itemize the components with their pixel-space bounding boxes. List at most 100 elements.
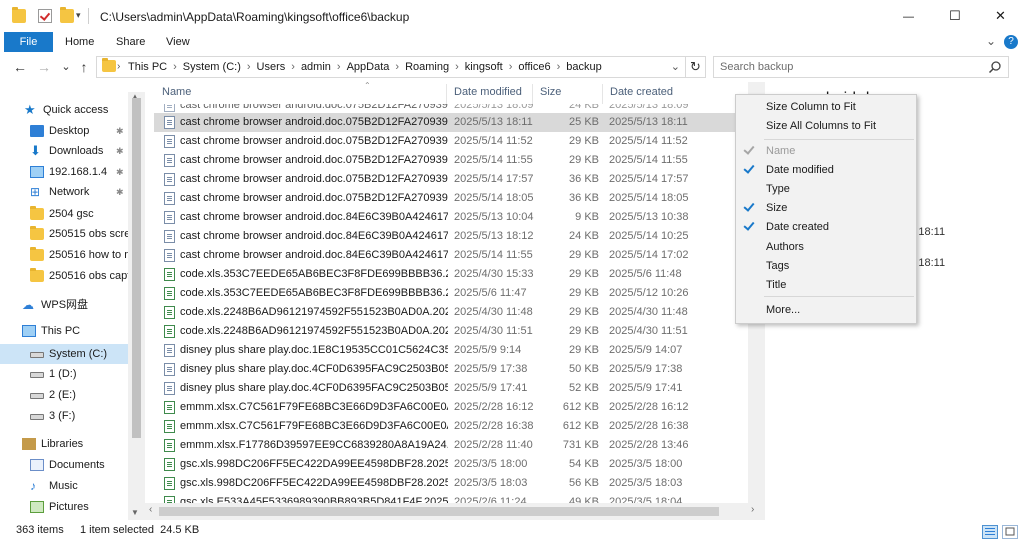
- file-row[interactable]: disney plus share play.doc.4CF0D6395FAC9…: [154, 379, 766, 398]
- large-icons-view-button[interactable]: [1002, 525, 1018, 539]
- navigation-scrollbar[interactable]: ▲ ▼: [128, 92, 145, 520]
- file-row[interactable]: disney plus share play.doc.1E8C19535CC01…: [154, 341, 766, 360]
- sidebar-item-this-pc[interactable]: This PC: [0, 321, 128, 341]
- crumb-admin[interactable]: admin: [301, 61, 331, 73]
- sidebar-item-quick-access[interactable]: ★ Quick access: [0, 100, 128, 120]
- menu-item-title[interactable]: Title: [736, 276, 916, 295]
- menu-item-size[interactable]: Size: [736, 199, 916, 218]
- sidebar-item-1-d[interactable]: 1 (D:): [0, 364, 128, 384]
- menu-item-date-created[interactable]: Date created: [736, 218, 916, 237]
- address-dropdown-icon[interactable]: ⌄: [671, 60, 680, 73]
- file-row[interactable]: cast chrome browser android.doc.075B2D12…: [154, 151, 766, 170]
- tab-view[interactable]: View: [156, 32, 200, 52]
- column-divider[interactable]: [602, 84, 603, 104]
- crumb-separator-icon[interactable]: ›: [395, 61, 399, 73]
- file-row[interactable]: cast chrome browser android.doc.075B2D12…: [154, 189, 766, 208]
- column-size[interactable]: Size: [540, 86, 561, 102]
- column-divider[interactable]: [446, 84, 447, 104]
- crumb-system-c[interactable]: System (C:): [183, 61, 241, 73]
- horizontal-scroll-thumb[interactable]: [159, 507, 719, 516]
- sidebar-item-250515-obs-screen[interactable]: 250515 obs screen: [0, 224, 128, 244]
- sidebar-item-network[interactable]: ⊞ Network ✱: [0, 182, 128, 202]
- column-date-modified[interactable]: Date modified: [454, 86, 522, 102]
- scroll-left-icon[interactable]: ‹: [149, 504, 152, 515]
- menu-item-more[interactable]: More...: [736, 301, 916, 320]
- crumb-separator-icon[interactable]: ›: [173, 61, 177, 73]
- sidebar-item-music[interactable]: ♪ Music: [0, 476, 128, 496]
- crumb-separator-icon[interactable]: ›: [337, 61, 341, 73]
- search-icon[interactable]: [988, 60, 1002, 74]
- forward-button[interactable]: →: [36, 59, 52, 75]
- recent-locations-button[interactable]: ⌄: [58, 59, 74, 75]
- file-row[interactable]: cast chrome browser android.doc.075B2D12…: [154, 132, 766, 151]
- search-box[interactable]: [713, 56, 1009, 78]
- column-divider[interactable]: [532, 84, 533, 104]
- file-row[interactable]: gsc.xls.998DC206FF5EC422DA99EE4598DBF28.…: [154, 474, 766, 493]
- sidebar-item-libraries[interactable]: Libraries: [0, 434, 128, 454]
- minimize-button[interactable]: —: [886, 0, 932, 32]
- file-row[interactable]: emmm.xlsx.C7C561F79FE68BC3E66D9D3FA6C00E…: [154, 417, 766, 436]
- sidebar-item-250516-how-to-m[interactable]: 250516 how to m: [0, 245, 128, 265]
- refresh-button[interactable]: ↻: [686, 56, 706, 78]
- menu-item-date-modified[interactable]: Date modified: [736, 161, 916, 180]
- crumb-separator-icon[interactable]: ›: [557, 61, 561, 73]
- sidebar-item-2-e[interactable]: 2 (E:): [0, 385, 128, 405]
- file-row[interactable]: code.xls.2248B6AD96121974592F551523B0AD0…: [154, 322, 766, 341]
- sidebar-item-system-c[interactable]: System (C:): [0, 344, 128, 364]
- file-row[interactable]: cast chrome browser android.doc.84E6C39B…: [154, 208, 766, 227]
- tab-home[interactable]: Home: [55, 32, 104, 52]
- crumb-separator-icon[interactable]: ›: [509, 61, 513, 73]
- sidebar-item-documents[interactable]: Documents: [0, 455, 128, 475]
- crumb-users[interactable]: Users: [257, 61, 286, 73]
- sidebar-item-desktop[interactable]: Desktop ✱: [0, 121, 128, 141]
- file-row[interactable]: disney plus share play.doc.4CF0D6395FAC9…: [154, 360, 766, 379]
- menu-item-size-column-to-fit[interactable]: Size Column to Fit: [736, 98, 916, 117]
- sidebar-item-pictures[interactable]: Pictures: [0, 497, 128, 517]
- up-button[interactable]: ↑: [76, 59, 92, 75]
- menu-item-type[interactable]: Type: [736, 180, 916, 199]
- new-folder-icon[interactable]: [60, 7, 74, 23]
- crumb-separator-icon[interactable]: ›: [291, 61, 295, 73]
- sidebar-item-wps[interactable]: ☁ WPS网盘: [0, 295, 128, 315]
- column-date-created[interactable]: Date created: [610, 86, 673, 102]
- crumb-backup[interactable]: backup: [566, 61, 601, 73]
- crumb-roaming[interactable]: Roaming: [405, 61, 449, 73]
- menu-item-authors[interactable]: Authors: [736, 238, 916, 257]
- expand-ribbon-icon[interactable]: ⌄: [986, 34, 996, 48]
- file-row[interactable]: code.xls.2248B6AD96121974592F551523B0AD0…: [154, 303, 766, 322]
- scroll-right-icon[interactable]: ›: [751, 504, 754, 515]
- file-row[interactable]: cast chrome browser android.doc.075B2D12…: [154, 113, 766, 132]
- sidebar-item-3-f[interactable]: 3 (F:): [0, 406, 128, 426]
- file-row[interactable]: emmm.xlsx.F17786D39597EE9CC6839280A8A19A…: [154, 436, 766, 455]
- search-input[interactable]: [720, 60, 980, 74]
- menu-item-size-all-columns-to-fit[interactable]: Size All Columns to Fit: [736, 117, 916, 136]
- sidebar-item-250516-obs-captu[interactable]: 250516 obs captu: [0, 266, 128, 286]
- file-row[interactable]: code.xls.353C7EEDE65AB6BEC3F8FDE699BBBB3…: [154, 284, 766, 303]
- tab-share[interactable]: Share: [106, 32, 155, 52]
- properties-icon[interactable]: [38, 9, 52, 23]
- help-icon[interactable]: ?: [1004, 35, 1018, 49]
- file-row[interactable]: cast chrome browser android.doc.84E6C39B…: [154, 246, 766, 265]
- file-row[interactable]: cast chrome browser android.doc.84E6C39B…: [154, 227, 766, 246]
- crumb-separator-icon[interactable]: ›: [247, 61, 251, 73]
- scroll-down-icon[interactable]: ▼: [131, 508, 139, 517]
- sidebar-item-192-168-1-4[interactable]: 192.168.1.4 ✱: [0, 162, 128, 182]
- file-row[interactable]: code.xls.353C7EEDE65AB6BEC3F8FDE699BBBB3…: [154, 265, 766, 284]
- address-box[interactable]: › This PC › System (C:) › Users › admin › AppDat…: [96, 56, 686, 78]
- horizontal-scrollbar[interactable]: ‹ ›: [145, 503, 765, 520]
- sidebar-item-downloads[interactable]: ⬇ Downloads ✱: [0, 141, 128, 161]
- crumb-this-pc[interactable]: This PC: [128, 61, 167, 73]
- crumb-office6[interactable]: office6: [518, 61, 550, 73]
- crumb-kingsoft[interactable]: kingsoft: [465, 61, 503, 73]
- details-view-button[interactable]: [982, 525, 998, 539]
- tab-file[interactable]: File: [4, 32, 53, 52]
- maximize-button[interactable]: ☐: [932, 0, 978, 32]
- crumb-appdata[interactable]: AppData: [347, 61, 390, 73]
- file-row[interactable]: gsc.xls.998DC206FF5EC422DA99EE4598DBF28.…: [154, 455, 766, 474]
- file-row[interactable]: cast chrome browser android.doc.075B2D12…: [154, 170, 766, 189]
- sidebar-item-2504-gsc[interactable]: 2504 gsc: [0, 204, 128, 224]
- menu-item-tags[interactable]: Tags: [736, 257, 916, 276]
- column-name[interactable]: Name: [162, 86, 191, 102]
- back-button[interactable]: ←: [12, 59, 28, 75]
- crumb-separator-icon[interactable]: ›: [455, 61, 459, 73]
